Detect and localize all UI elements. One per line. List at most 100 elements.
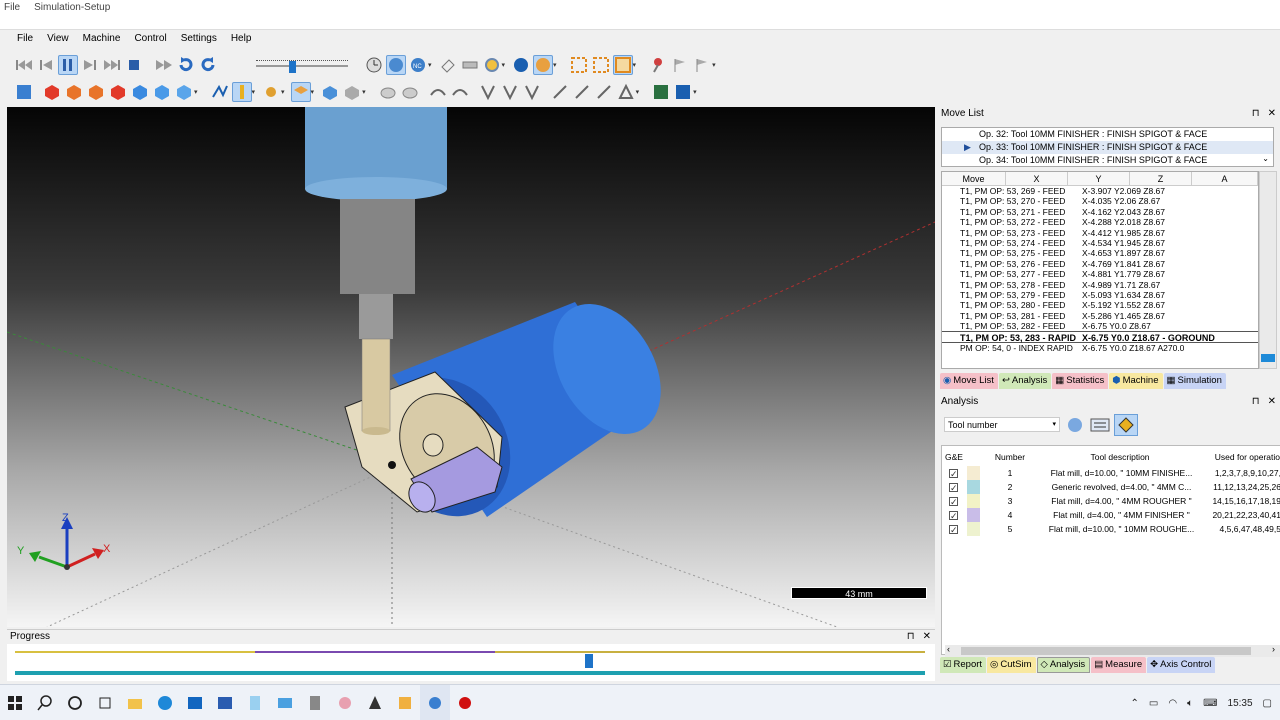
go-to-end-icon[interactable] [102,55,122,75]
view-mode-icon[interactable] [533,55,554,75]
tab-move-list[interactable]: ◉ Move List [940,373,998,389]
path-normal-icon[interactable] [572,82,592,102]
path-rapid-icon[interactable] [450,82,470,102]
gauge-icon[interactable] [386,55,406,75]
move-grid[interactable]: Move X Y Z A T1, PM OP: 53, 269 - FEED X-… [941,171,1259,369]
tray-chevron-icon[interactable]: ⌃ [1131,698,1139,709]
tool-checkbox[interactable] [949,495,958,508]
analysis-tool-view-icon[interactable] [1114,414,1138,436]
path-points-icon[interactable] [522,82,542,102]
pin-pane-icon[interactable]: ⊓ [907,630,915,644]
laptop-icon[interactable]: ▭ [1149,698,1158,709]
settings-gear-icon[interactable] [482,55,502,75]
task-view-icon[interactable] [90,685,120,720]
hscroll-left-icon[interactable]: ‹ [947,644,950,654]
menu-settings[interactable]: Settings [174,31,224,47]
move-row[interactable]: T1, PM OP: 53, 270 - FEED X-4.035 Y2.06 Z… [942,196,1258,206]
globe-icon[interactable] [511,55,531,75]
tab-cutsim[interactable]: ◎ CutSim [987,657,1036,673]
speed-slider-thumb[interactable] [289,61,296,73]
tool-checkbox[interactable] [949,467,958,480]
gouge-check-icon[interactable] [378,82,398,102]
menu-view[interactable]: View [40,31,76,47]
stock-icon[interactable] [290,82,311,102]
menu-file[interactable]: File [10,31,40,47]
view-custom-icon[interactable] [174,82,194,102]
op-item[interactable]: Op. 32: Tool 10MM FINISHER : FINISH SPIG… [942,128,1273,141]
zoom-extents-icon[interactable] [591,55,611,75]
speed-slider[interactable] [256,59,348,73]
move-row[interactable]: T1, PM OP: 53, 279 - FEED X-5.093 Y1.634 … [942,290,1258,300]
hscroll-thumb[interactable] [961,647,1251,655]
pin-icon[interactable] [648,55,668,75]
tool-row[interactable]: 4 Flat mill, d=4.00, " 4MM FINISHER " 20,2… [945,508,1280,522]
path-link-icon[interactable] [500,82,520,102]
op-item[interactable]: Op. 34: Tool 10MM FINISHER : FINISH SPIG… [942,154,1273,167]
search-icon[interactable] [30,685,60,720]
word-icon[interactable] [210,685,240,720]
menu-machine[interactable]: Machine [76,31,128,47]
clock-icon[interactable] [364,55,384,75]
step-forward-icon[interactable] [80,55,100,75]
ruler-icon[interactable] [460,55,480,75]
title-file-label[interactable]: File [4,0,20,16]
fast-forward-icon[interactable] [154,55,174,75]
cam-app-icon[interactable] [390,685,420,720]
flag-icon[interactable] [670,55,690,75]
simulation-viewport[interactable]: Z X Y 43 mm [7,107,935,627]
tool-checkbox[interactable] [949,509,958,522]
tool-row[interactable]: 2 Generic revolved, d=4.00, " 4MM C... 11,… [945,480,1280,494]
col-z[interactable]: Z [1130,172,1192,185]
file-explorer-icon[interactable] [120,685,150,720]
move-row[interactable]: T1, PM OP: 53, 271 - FEED X-4.162 Y2.043 … [942,207,1258,217]
tab-statistics[interactable]: ▦ Statistics [1052,373,1109,389]
close-pane-icon[interactable]: ✕ [923,630,931,644]
language-icon[interactable]: ⌨︎ [1203,698,1217,709]
movelist-pin-icon[interactable]: ⊓ [1252,107,1260,122]
go-to-start-icon[interactable] [14,55,34,75]
col-number[interactable]: Number [980,448,1040,466]
col-x[interactable]: X [1006,172,1068,185]
tab-machine[interactable]: ⬢ Machine [1109,373,1163,389]
wifi-icon[interactable]: ◠ [1168,698,1177,709]
analysis-close-icon[interactable]: ✕ [1268,395,1276,410]
app-doc-icon[interactable] [240,685,270,720]
move-row[interactable]: T1, PM OP: 53, 278 - FEED X-4.989 Y1.71 Z… [942,280,1258,290]
tool-display-icon[interactable] [231,82,252,102]
grid-scrollbar[interactable] [1259,171,1277,369]
col-used-for[interactable]: Used for operatio [1200,448,1280,466]
cortana-icon[interactable] [60,685,90,720]
analysis-pin-icon[interactable]: ⊓ [1252,395,1260,410]
app-folder-icon[interactable] [270,685,300,720]
path-filter-icon[interactable] [616,82,636,102]
path-lead-icon[interactable] [478,82,498,102]
move-row[interactable]: T1, PM OP: 53, 281 - FEED X-5.286 Y1.465 … [942,311,1258,321]
move-row[interactable]: T1, PM OP: 53, 269 - FEED X-3.907 Y2.069 … [942,186,1258,196]
fit-view-icon[interactable] [569,55,589,75]
tab-analysis-bottom[interactable]: ◇ Analysis [1036,657,1091,673]
move-row[interactable]: T1, PM OP: 53, 276 - FEED X-4.769 Y1.841 … [942,259,1258,269]
vericut-icon[interactable] [420,685,450,720]
grid-scroll-thumb[interactable] [1261,354,1275,362]
outlook-icon[interactable] [180,685,210,720]
view-bottom-icon[interactable] [152,82,172,102]
tool-table-hscroll[interactable]: ‹ › [945,644,1280,657]
calculator-icon[interactable] [300,685,330,720]
toolpath-icon[interactable] [210,82,230,102]
menu-control[interactable]: Control [127,31,173,47]
col-ge[interactable]: G&E [945,448,980,466]
current-move-row[interactable]: T1, PM OP: 53, 283 - RAPID X-6.75 Y0.0 Z1… [942,331,1258,344]
tab-axis-control[interactable]: ✥ Axis Control [1147,657,1216,673]
col-move[interactable]: Move [942,172,1006,185]
notifications-icon[interactable]: ▢ [1263,698,1272,709]
machine-view-icon[interactable] [14,82,34,102]
tab-report[interactable]: ☑ Report [940,657,987,673]
col-description[interactable]: Tool description [1040,448,1200,466]
move-row[interactable]: T1, PM OP: 53, 282 - FEED X-6.75 Y0.0 Z8.… [942,321,1258,331]
eraser-icon[interactable] [438,55,458,75]
view-back-icon[interactable] [130,82,150,102]
tool-checkbox[interactable] [949,481,958,494]
edge-icon[interactable] [150,685,180,720]
oplist-scroll-down-icon[interactable]: ⌄ [1262,154,1269,163]
nc-icon[interactable]: NC [408,55,428,75]
